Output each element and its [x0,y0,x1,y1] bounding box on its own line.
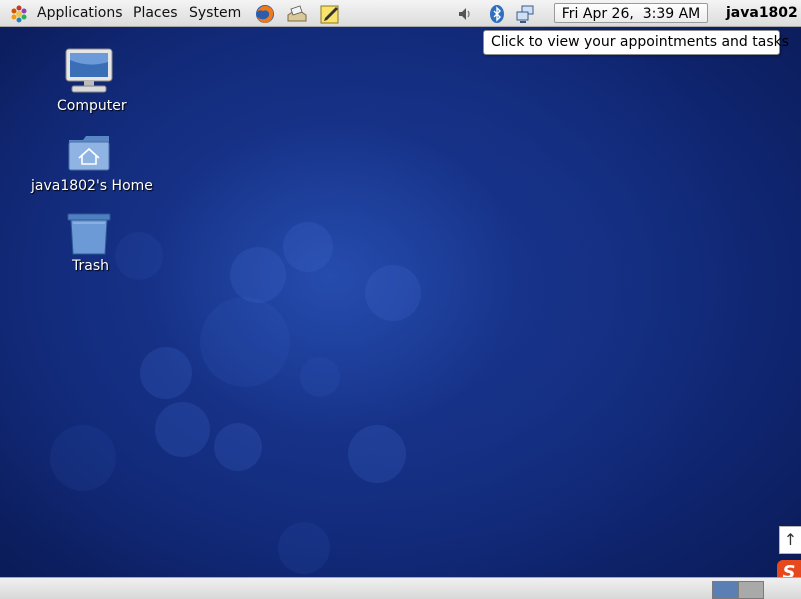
menu-system[interactable]: System [189,5,241,21]
menu-places[interactable]: Places [133,5,178,21]
clock-applet[interactable]: Fri Apr 26, 3:39 AM [554,3,708,23]
desktop-icon-label: Trash [72,258,109,274]
desktop-icon-home[interactable]: java1802's Home [25,132,155,198]
text-editor-icon[interactable] [319,3,341,25]
menu-applications[interactable]: Applications [37,5,123,21]
desktop-icon-label: Computer [57,98,127,114]
user-menu[interactable]: java1802 [726,5,798,21]
gnome-foot-icon[interactable] [10,5,28,23]
network-icon[interactable] [515,4,535,24]
computer-icon [65,48,113,93]
home-folder-icon [68,136,110,171]
desktop-icon-label: java1802's Home [31,178,153,194]
desktop-icon-computer[interactable]: Computer [40,46,140,116]
trash-icon [67,213,111,255]
workspace-1[interactable] [712,581,738,599]
volume-icon[interactable] [455,4,475,24]
scroll-up-widget[interactable]: ↑ [779,526,801,554]
firefox-icon[interactable] [254,3,276,25]
desktop-icon-trash[interactable]: Trash [40,212,140,278]
clock-tooltip: Click to view your appointments and task… [483,30,789,55]
mail-icon[interactable] [286,3,308,25]
bottom-panel [0,577,801,599]
top-panel: Applications Places System Fri Apr 26, 3… [0,0,801,27]
bluetooth-icon[interactable] [487,4,507,24]
workspace-2[interactable] [738,581,764,599]
